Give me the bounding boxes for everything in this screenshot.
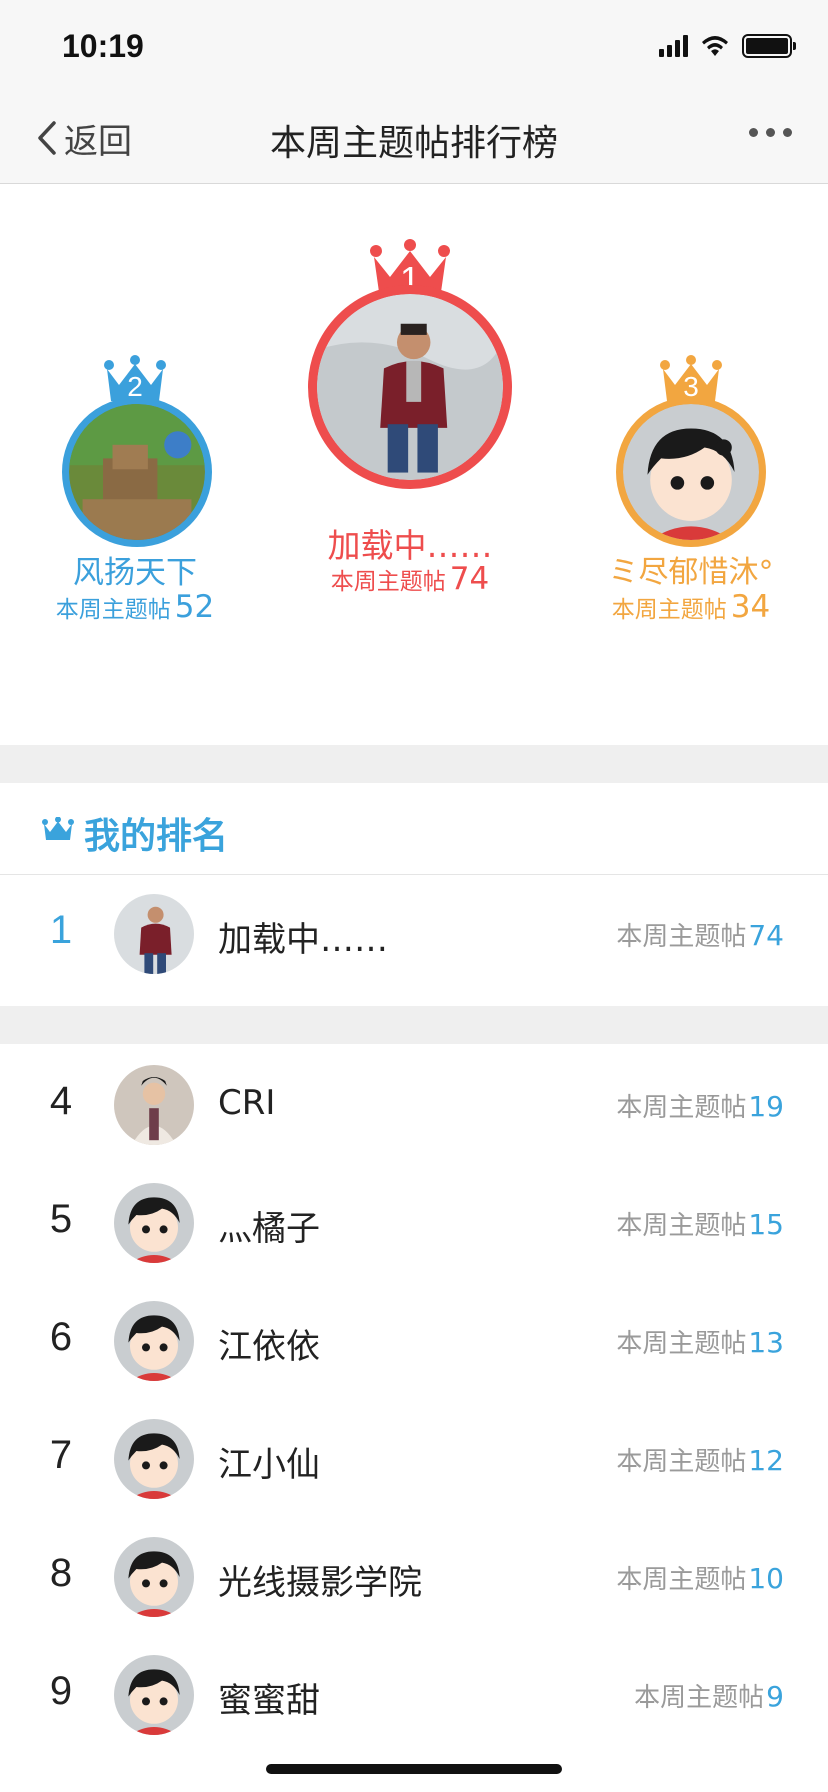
wifi-icon <box>702 36 728 56</box>
podium-count: 本周主题帖 34 <box>611 589 771 625</box>
navigation-bar: 返回 本周主题帖排行榜 <box>0 92 828 184</box>
post-count: 本周主题帖15 <box>616 1208 784 1241</box>
podium-name: ミ尽郁惜沐° <box>608 555 774 590</box>
user-name: 江依依 <box>218 1327 320 1367</box>
avatar-image <box>623 404 759 540</box>
my-rank-row[interactable]: 1 加载中…… 本周主题帖74 <box>0 876 828 994</box>
rank-number: 4 <box>49 1079 73 1123</box>
avatar <box>308 285 512 489</box>
crown-icon <box>42 817 74 840</box>
rank-number: 6 <box>49 1315 73 1359</box>
user-name: CRI <box>218 1083 276 1123</box>
rank-number: 7 <box>49 1433 73 1477</box>
avatar <box>114 1183 194 1263</box>
podium-count: 本周主题帖 74 <box>330 561 490 597</box>
user-name: 蜜蜜甜 <box>218 1681 320 1721</box>
user-name: 光线摄影学院 <box>218 1563 422 1603</box>
post-count: 本周主题帖13 <box>616 1326 784 1359</box>
podium-count: 本周主题帖 52 <box>55 589 215 625</box>
post-count: 本周主题帖10 <box>616 1562 784 1595</box>
avatar <box>114 1537 194 1617</box>
home-indicator[interactable] <box>266 1764 562 1774</box>
avatar-image <box>69 404 205 540</box>
avatar <box>62 397 212 547</box>
list-item[interactable]: 4 CRI 本周主题帖19 <box>0 1047 828 1165</box>
list-item[interactable]: 7 江小仙 本周主题帖12 <box>0 1401 828 1519</box>
battery-icon <box>742 34 796 58</box>
podium-rank-2[interactable]: 2 风扬天下 本周主题帖 52 <box>40 185 230 625</box>
rank-number: 8 <box>49 1551 73 1595</box>
avatar <box>114 1655 194 1735</box>
post-count: 本周主题帖74 <box>616 919 784 952</box>
status-time: 10:19 <box>62 28 144 64</box>
podium-rank-3[interactable]: 3 ミ尽郁惜沐° 本周主题帖 34 <box>596 185 786 625</box>
post-count: 本周主题帖19 <box>616 1090 784 1123</box>
section-divider <box>0 1006 828 1044</box>
more-options-button[interactable] <box>749 128 792 137</box>
rank-number: 5 <box>49 1197 73 1241</box>
my-rank-title: 我的排名 <box>84 816 229 857</box>
cellular-signal-icon <box>659 35 688 57</box>
status-icons <box>659 34 796 58</box>
rank-number: 1 <box>49 908 73 952</box>
my-rank-header: 我的排名 <box>0 783 828 875</box>
list-item[interactable]: 5 灬橘子 本周主题帖15 <box>0 1165 828 1283</box>
page-title: 本周主题帖排行榜 <box>269 123 558 164</box>
status-bar: 10:19 <box>0 0 828 92</box>
post-count: 本周主题帖9 <box>634 1680 784 1713</box>
list-item[interactable]: 6 江依依 本周主题帖13 <box>0 1283 828 1401</box>
podium-rank-1[interactable]: 1 加载中…… 本周主题帖 74 <box>305 185 515 605</box>
avatar-image <box>317 294 503 480</box>
list-item[interactable]: 8 光线摄影学院 本周主题帖10 <box>0 1519 828 1637</box>
post-count: 本周主题帖12 <box>616 1444 784 1477</box>
section-divider <box>0 745 828 783</box>
avatar <box>114 1301 194 1381</box>
list-item[interactable]: 9 蜜蜜甜 本周主题帖9 <box>0 1637 828 1755</box>
user-name: 江小仙 <box>218 1445 320 1485</box>
avatar <box>114 894 194 974</box>
podium-name: 风扬天下 <box>73 555 197 591</box>
user-name: 灬橘子 <box>218 1209 320 1249</box>
user-name: 加载中…… <box>218 920 388 960</box>
rank-number: 9 <box>49 1669 73 1713</box>
avatar <box>114 1065 194 1145</box>
top-three-podium: 2 风扬天下 本周主题帖 52 1 加载中…… 本周主题帖 74 3 ミ尽郁惜沐… <box>0 185 828 745</box>
avatar <box>114 1419 194 1499</box>
more-icon <box>749 128 758 137</box>
podium-name: 加载中…… <box>327 526 493 565</box>
avatar <box>616 397 766 547</box>
